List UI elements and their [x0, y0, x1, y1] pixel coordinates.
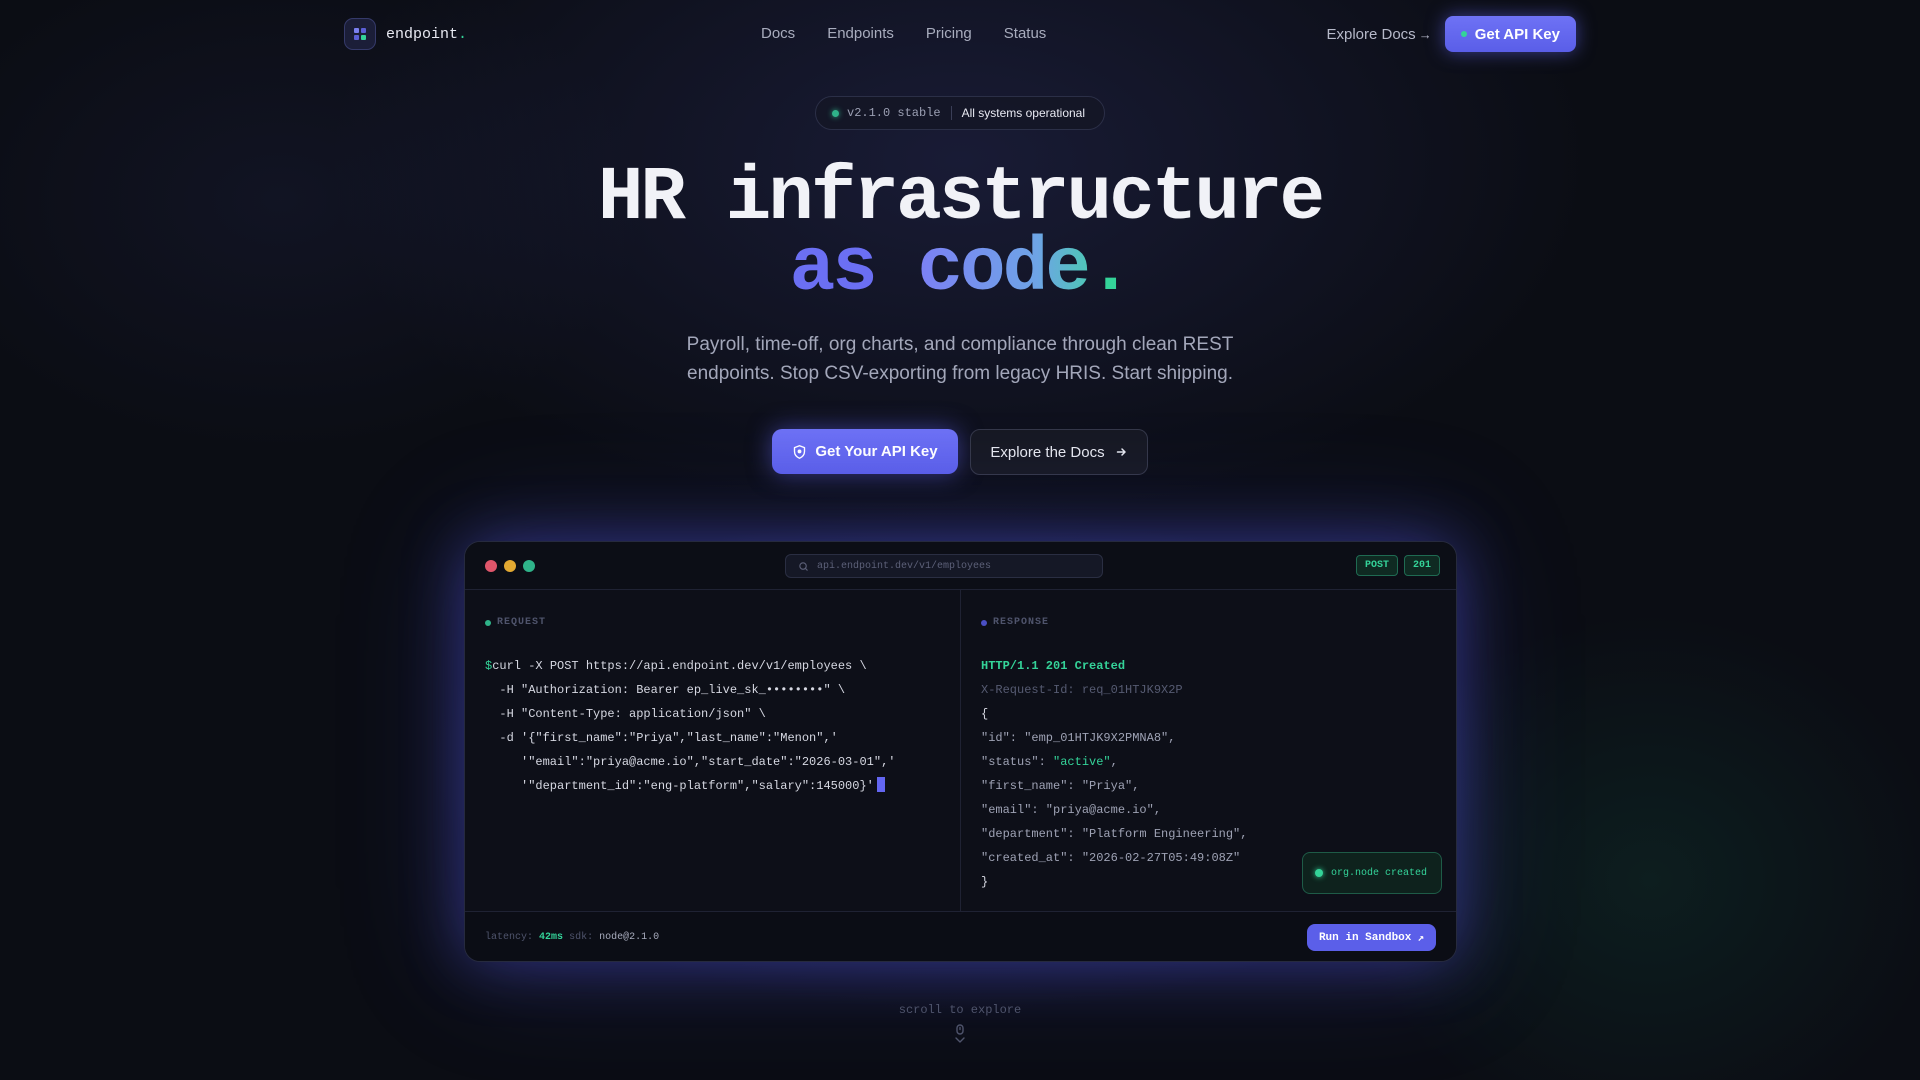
- pill-divider: [950, 106, 952, 120]
- response-label: RESPONSE: [981, 617, 1049, 628]
- nav-link-pricing[interactable]: Pricing: [926, 25, 972, 42]
- arrow-right-icon: [1116, 448, 1126, 456]
- brand-name: endpoint.: [386, 25, 468, 43]
- external-arrow-icon: ↗: [1417, 932, 1424, 945]
- run-in-sandbox-button[interactable]: Run in Sandbox ↗: [1306, 924, 1436, 951]
- status-dot-icon: [832, 109, 839, 117]
- cta-row: Get Your API Key Explore the Docs: [772, 429, 1148, 475]
- secondary-cta-label: Explore the Docs: [990, 443, 1105, 461]
- arrow-right-icon: →: [1418, 26, 1432, 42]
- status-message: All systems operational: [961, 106, 1086, 120]
- shield-icon: [794, 444, 806, 459]
- text-cursor: [876, 777, 885, 792]
- maximize-dot-icon: [523, 560, 535, 572]
- get-your-api-key-button[interactable]: Get Your API Key: [772, 429, 958, 474]
- close-dot-icon: [485, 560, 497, 572]
- request-pane: REQUEST $curl -X POST https://api.endpoi…: [465, 590, 961, 911]
- url-bar[interactable]: api.endpoint.dev/v1/employees: [785, 554, 1103, 578]
- response-code: HTTP/1.1 201 Created X-Request-Id: req_0…: [981, 659, 1248, 889]
- success-dot-icon: [1315, 869, 1323, 877]
- org-node-toast: org.node created: [1302, 852, 1442, 894]
- primary-cta-label: Get Your API Key: [815, 443, 938, 460]
- minimize-dot-icon: [504, 560, 516, 572]
- scroll-hint: scroll to explore: [898, 1003, 1022, 1017]
- get-api-key-label: Get API Key: [1474, 25, 1560, 43]
- request-meta: latency: 42ms sdk: node@2.1.0: [485, 932, 660, 943]
- hero-title-line2: as code.: [789, 226, 1134, 312]
- search-icon: [799, 561, 808, 571]
- request-label: REQUEST: [485, 617, 546, 628]
- url-text: api.endpoint.dev/v1/employees: [817, 560, 992, 572]
- terminal-titlebar: api.endpoint.dev/v1/employees POST 201: [465, 542, 1456, 590]
- response-dot-icon: [981, 619, 987, 626]
- hero-title-line1: HR infrastructure: [597, 155, 1325, 241]
- nav-link-docs[interactable]: Docs: [761, 25, 795, 42]
- explore-docs-link[interactable]: Explore Docs →: [1326, 26, 1431, 43]
- status-pill[interactable]: v2.1.0 stable All systems operational: [815, 96, 1105, 130]
- nav-actions: Explore Docs → Get API Key: [1326, 16, 1576, 52]
- hero-subtitle: Payroll, time-off, org charts, and compl…: [686, 334, 1234, 384]
- explore-the-docs-button[interactable]: Explore the Docs: [970, 429, 1148, 475]
- top-nav: endpoint. Docs Endpoints Pricing Status …: [0, 0, 1920, 68]
- status-dot-icon: [1460, 31, 1467, 37]
- api-demo-terminal: api.endpoint.dev/v1/employees POST 201 R…: [464, 541, 1457, 962]
- window-controls: [485, 560, 535, 572]
- version-label: v2.1.0 stable: [847, 106, 941, 120]
- brand-logo[interactable]: endpoint.: [344, 18, 467, 50]
- request-code: $curl -X POST https://api.endpoint.dev/v…: [485, 659, 896, 793]
- scroll-down-icon[interactable]: [953, 1024, 967, 1046]
- status-code-badge: 201: [1403, 555, 1440, 576]
- method-badge: POST: [1355, 555, 1398, 576]
- response-badges: POST 201: [1355, 555, 1440, 576]
- nav-link-endpoints[interactable]: Endpoints: [827, 25, 894, 42]
- terminal-footer: latency: 42ms sdk: node@2.1.0 Run in San…: [465, 911, 1456, 961]
- logo-icon: [344, 18, 376, 50]
- nav-link-status[interactable]: Status: [1004, 25, 1047, 42]
- get-api-key-button[interactable]: Get API Key: [1444, 16, 1576, 52]
- request-dot-icon: [485, 619, 491, 626]
- nav-links: Docs Endpoints Pricing Status: [761, 25, 1046, 42]
